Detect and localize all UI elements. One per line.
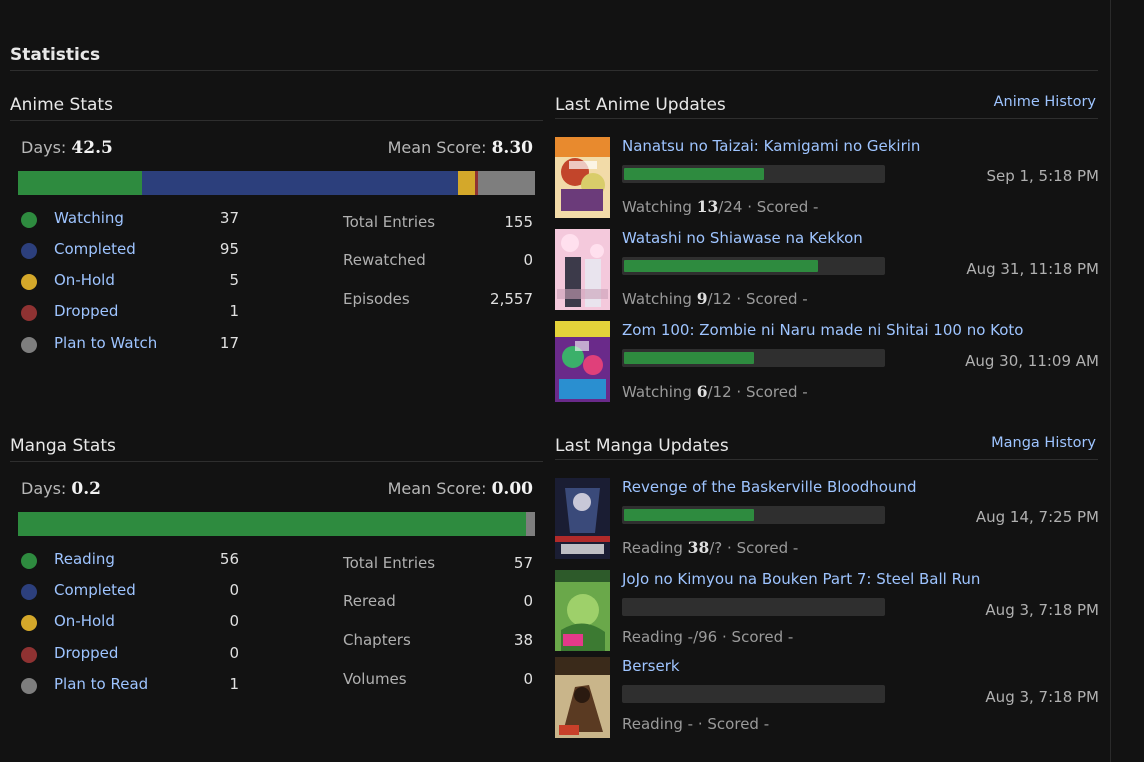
anime-stats-divider: [10, 120, 543, 121]
update-date: Aug 30, 11:09 AM: [965, 352, 1099, 370]
yellow-dot-icon: [21, 274, 37, 290]
manga-cover-image[interactable]: [555, 478, 610, 559]
anime-status-completed[interactable]: Completed 95: [21, 240, 241, 262]
update-date: Sep 1, 5:18 PM: [986, 167, 1099, 185]
anime-status-on-hold[interactable]: On-Hold 5: [21, 271, 241, 293]
manga-stats-title: Manga Stats: [10, 436, 116, 456]
gray-dot-icon: [21, 337, 37, 353]
green-dot-icon: [21, 553, 37, 569]
manga-total-entries: Total Entries 57: [343, 554, 533, 572]
anime-status-plan[interactable]: Plan to Watch 17: [21, 334, 241, 356]
manga-stats-divider: [10, 461, 543, 462]
manga-status-on-hold[interactable]: On-Hold 0: [21, 612, 241, 634]
anime-bar-completed: [142, 171, 458, 195]
manga-update-item: Revenge of the Baskerville Bloodhound Au…: [555, 478, 1099, 560]
manga-status-dropped[interactable]: Dropped 0: [21, 644, 241, 666]
green-dot-icon: [21, 212, 37, 228]
anime-bar-on-hold: [458, 171, 475, 195]
manga-status-completed[interactable]: Completed 0: [21, 581, 241, 603]
anime-days: Days: 42.5: [21, 138, 113, 158]
manga-update-title[interactable]: Revenge of the Baskerville Bloodhound: [622, 478, 917, 496]
manga-update-title[interactable]: JoJo no Kimyou na Bouken Part 7: Steel B…: [622, 570, 980, 588]
anime-cover-image[interactable]: [555, 321, 610, 402]
manga-cover-image[interactable]: [555, 570, 610, 651]
gray-dot-icon: [21, 678, 37, 694]
anime-cover-image[interactable]: [555, 229, 610, 310]
update-status: Reading -/96 · Scored -: [622, 628, 794, 646]
manga-status-reading[interactable]: Reading 56: [21, 550, 241, 572]
manga-mean-score: Mean Score: 0.00: [387, 479, 533, 499]
manga-bar-plan: [526, 512, 535, 536]
update-date: Aug 14, 7:25 PM: [975, 508, 1099, 526]
anime-updates-divider: [555, 118, 1098, 119]
anime-update-item: Watashi no Shiawase na Kekkon Aug 31, 11…: [555, 229, 1099, 311]
update-status: Reading 38/? · Scored -: [622, 538, 799, 557]
red-dot-icon: [21, 647, 37, 663]
manga-update-title[interactable]: Berserk: [622, 657, 680, 675]
manga-history-link[interactable]: Manga History: [900, 435, 1096, 451]
manga-updates-divider: [555, 459, 1098, 460]
yellow-dot-icon: [21, 615, 37, 631]
anime-status-bar: [18, 171, 535, 195]
update-status: Watching 13/24 · Scored -: [622, 197, 819, 216]
manga-cover-image[interactable]: [555, 657, 610, 738]
red-dot-icon: [21, 305, 37, 321]
manga-days: Days: 0.2: [21, 479, 101, 499]
manga-chapters: Chapters 38: [343, 631, 533, 649]
manga-bar-reading: [18, 512, 526, 536]
anime-update-title[interactable]: Zom 100: Zombie ni Naru made ni Shitai 1…: [622, 321, 1023, 339]
anime-history-link[interactable]: Anime History: [900, 94, 1096, 110]
anime-cover-image[interactable]: [555, 137, 610, 218]
anime-rewatched: Rewatched 0: [343, 251, 533, 269]
manga-volumes: Volumes 0: [343, 670, 533, 688]
progress-bar: [622, 257, 885, 275]
update-date: Aug 3, 7:18 PM: [985, 688, 1099, 706]
anime-update-item: Nanatsu no Taizai: Kamigami no Gekirin S…: [555, 137, 1099, 219]
anime-stats-title: Anime Stats: [10, 95, 113, 115]
manga-reread: Reread 0: [343, 592, 533, 610]
progress-bar: [622, 165, 885, 183]
anime-episodes: Episodes 2,557: [343, 290, 533, 308]
manga-update-item: JoJo no Kimyou na Bouken Part 7: Steel B…: [555, 570, 1099, 652]
anime-update-item: Zom 100: Zombie ni Naru made ni Shitai 1…: [555, 321, 1099, 403]
anime-update-title[interactable]: Watashi no Shiawase na Kekkon: [622, 229, 863, 247]
anime-status-watching[interactable]: Watching 37: [21, 209, 241, 231]
blue-dot-icon: [21, 243, 37, 259]
title-divider: [10, 70, 1098, 71]
anime-bar-watching: [18, 171, 142, 195]
progress-bar: [622, 598, 885, 616]
manga-updates-title: Last Manga Updates: [555, 436, 729, 456]
update-date: Aug 3, 7:18 PM: [985, 601, 1099, 619]
update-status: Watching 6/12 · Scored -: [622, 382, 808, 401]
anime-status-dropped[interactable]: Dropped 1: [21, 302, 241, 324]
manga-status-bar: [18, 512, 535, 536]
update-date: Aug 31, 11:18 PM: [966, 260, 1099, 278]
update-status: Watching 9/12 · Scored -: [622, 289, 808, 308]
progress-bar: [622, 506, 885, 524]
anime-total-entries: Total Entries 155: [343, 213, 533, 231]
manga-update-item: Berserk Aug 3, 7:18 PM Reading - · Score…: [555, 657, 1099, 739]
progress-bar: [622, 349, 885, 367]
update-status: Reading - · Scored -: [622, 715, 770, 733]
right-divider: [1110, 0, 1111, 762]
anime-mean-score: Mean Score: 8.30: [387, 138, 533, 158]
progress-bar: [622, 685, 885, 703]
page-title: Statistics: [10, 45, 101, 65]
manga-status-plan[interactable]: Plan to Read 1: [21, 675, 241, 697]
anime-updates-title: Last Anime Updates: [555, 95, 726, 115]
anime-update-title[interactable]: Nanatsu no Taizai: Kamigami no Gekirin: [622, 137, 920, 155]
blue-dot-icon: [21, 584, 37, 600]
anime-bar-plan: [478, 171, 535, 195]
